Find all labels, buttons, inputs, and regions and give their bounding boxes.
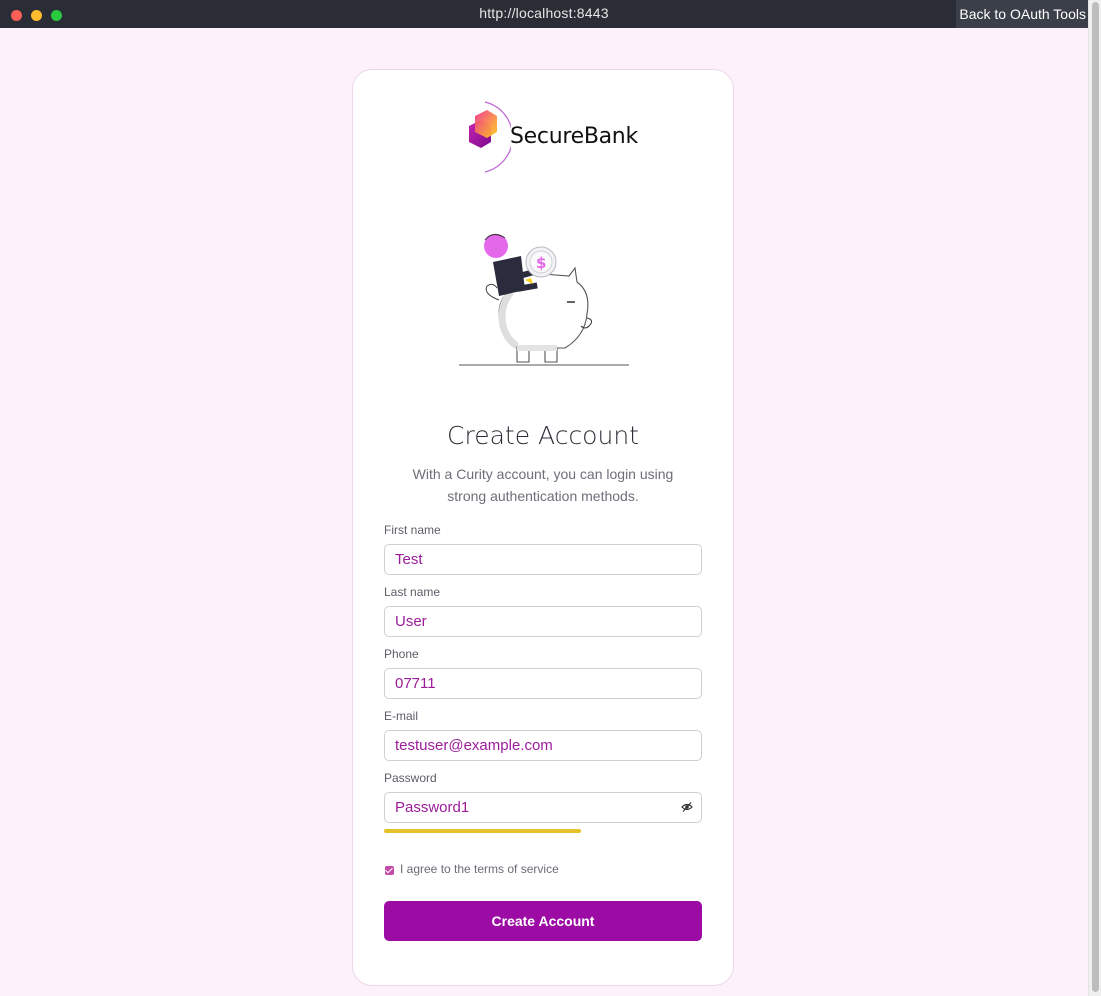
terms-label[interactable]: I agree to the terms of service: [400, 862, 559, 876]
phone-label: Phone: [384, 647, 419, 661]
password-input[interactable]: [385, 793, 701, 822]
page-title: Create Account: [447, 421, 639, 450]
email-field-wrapper: [384, 730, 702, 761]
first-name-input[interactable]: [385, 545, 701, 574]
create-account-button[interactable]: Create Account: [384, 901, 702, 941]
last-name-field-wrapper: [384, 606, 702, 637]
svg-text:$: $: [536, 254, 546, 272]
brand-logo: SecureBank: [451, 100, 641, 174]
browser-title-bar: http://localhost:8443 Back to OAuth Tool…: [0, 0, 1088, 28]
logo-hexagon-icon: [469, 101, 514, 173]
password-label: Password: [384, 771, 437, 785]
last-name-label: Last name: [384, 585, 441, 599]
eye-slash-icon[interactable]: [681, 801, 693, 813]
create-account-card: SecureBank $ Create Account With a Curit…: [352, 69, 734, 986]
terms-checkbox[interactable]: [385, 866, 394, 875]
back-to-oauth-tools-button[interactable]: Back to OAuth Tools: [956, 0, 1088, 28]
last-name-input[interactable]: [385, 607, 701, 636]
address-url: http://localhost:8443: [479, 5, 609, 21]
piggy-bank-illustration: $: [453, 220, 633, 370]
phone-input[interactable]: [385, 669, 701, 698]
first-name-label: First name: [384, 523, 441, 537]
password-field-wrapper: [384, 792, 702, 823]
email-input[interactable]: [385, 731, 701, 760]
brand-name: SecureBank: [510, 124, 638, 149]
email-label: E-mail: [384, 709, 419, 723]
password-strength-meter: [384, 829, 702, 833]
scrollbar-thumb[interactable]: [1092, 2, 1099, 992]
password-strength-fill: [384, 829, 582, 833]
page-scrollbar[interactable]: [1088, 0, 1101, 996]
first-name-field-wrapper: [384, 544, 702, 575]
phone-field-wrapper: [384, 668, 702, 699]
page-subtitle: With a Curity account, you can login usi…: [412, 466, 674, 504]
